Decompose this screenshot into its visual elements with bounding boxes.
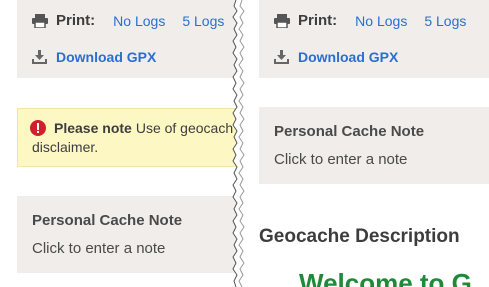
personal-note-title: Personal Cache Note — [32, 212, 183, 229]
disclaimer-text-continued: disclaimer. — [32, 139, 99, 155]
personal-note-title: Personal Cache Note — [274, 123, 425, 140]
print-5-logs-link[interactable]: 5 Logs — [424, 13, 466, 29]
printer-icon — [274, 13, 290, 28]
download-gpx-link[interactable]: Download GPX — [56, 49, 156, 65]
disclaimer-title: Please note — [54, 120, 132, 136]
left-download-row[interactable]: Download GPX — [32, 49, 156, 65]
left-print-panel: Print: No Logs 5 Logs Download GPX — [17, 0, 238, 78]
disclaimer-text: Use of geocach — [135, 120, 234, 136]
screenshot-stage: Print: No Logs 5 Logs Download GPX Pleas… — [0, 0, 489, 287]
welcome-heading: Welcome to G — [299, 268, 472, 287]
download-gpx-link[interactable]: Download GPX — [298, 49, 398, 65]
printer-icon — [32, 13, 48, 28]
print-5-logs-link[interactable]: 5 Logs — [182, 13, 224, 29]
personal-note-click-area[interactable]: Click to enter a note — [274, 151, 407, 168]
disclaimer-box: Please note Use of geocach disclaimer. — [17, 108, 238, 167]
right-personal-note-panel: Personal Cache Note Click to enter a not… — [259, 107, 489, 184]
left-personal-note-panel: Personal Cache Note Click to enter a not… — [17, 196, 238, 273]
right-print-panel: Print: No Logs 5 Logs Download GPX — [259, 0, 489, 78]
right-page-pane: Print: No Logs 5 Logs Download GPX Perso… — [240, 0, 489, 287]
download-icon — [274, 50, 289, 64]
print-no-logs-link[interactable]: No Logs — [355, 13, 407, 29]
download-icon — [32, 50, 47, 64]
torn-edge-divider — [232, 0, 245, 287]
left-print-row: Print: No Logs 5 Logs — [32, 12, 238, 29]
right-download-row[interactable]: Download GPX — [274, 49, 398, 65]
warning-icon — [30, 120, 46, 136]
geocache-description-heading: Geocache Description — [259, 226, 460, 247]
right-print-row: Print: No Logs 5 Logs — [274, 12, 483, 29]
print-label: Print: — [298, 12, 338, 29]
print-label: Print: — [56, 12, 96, 29]
left-page-pane: Print: No Logs 5 Logs Download GPX Pleas… — [0, 0, 238, 287]
disclaimer-line: Please note Use of geocach — [30, 120, 233, 136]
personal-note-click-area[interactable]: Click to enter a note — [32, 240, 165, 257]
print-no-logs-link[interactable]: No Logs — [113, 13, 165, 29]
